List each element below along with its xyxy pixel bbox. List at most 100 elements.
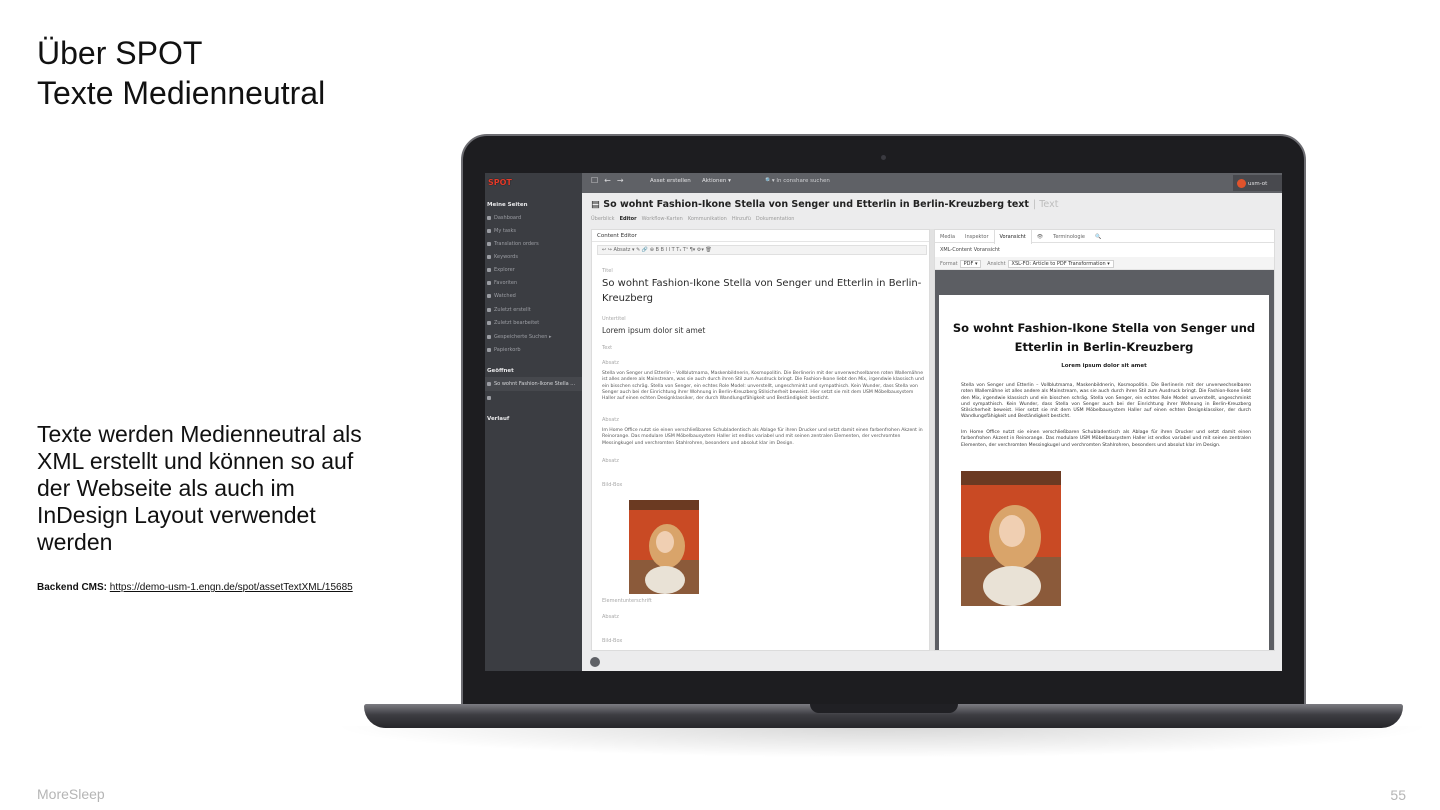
sidebar-item-label: Keywords [494, 254, 518, 260]
user-name: usm-ot [1248, 181, 1268, 187]
field-label-bildbox: Bild-Box [602, 482, 623, 488]
spot-logo[interactable]: SPOT [485, 173, 582, 193]
translate-icon [487, 241, 491, 246]
eye-icon[interactable]: 👁 [1032, 230, 1048, 244]
status-icon[interactable] [590, 657, 600, 667]
slide-subtitle: Texte Medienneutral [37, 75, 326, 111]
document-icon [487, 395, 491, 400]
sidebar-opened-header: Geöffnet [487, 368, 514, 374]
search-icon: 🔍▾ [765, 178, 777, 184]
view-select[interactable]: XSL-FO: Article to PDF Transformation ▾ [1007, 260, 1114, 268]
sidebar: Meine Seiten Dashboard My tasks Translat… [485, 193, 582, 671]
title-field[interactable]: So wohnt Fashion-Ikone Stella von Senger… [602, 276, 924, 306]
footer-brand: MoreSleep [37, 786, 105, 802]
document-type: | Text [1032, 199, 1059, 210]
pdf-subtitle: Lorem ipsum dolor sit amet [1061, 363, 1147, 369]
actions-menu[interactable]: Aktionen ▾ [702, 178, 731, 184]
content-editor[interactable]: Content Editor ↩ ↪ Absatz ▾ ✎ 🔗 ⊕ B B I … [591, 229, 930, 651]
view-label: Ansicht [987, 261, 1006, 267]
sidebar-opened-item[interactable]: So wohnt Fashion-Ikone Stella ... [487, 381, 575, 387]
tab-terminology[interactable]: Terminologie [1048, 230, 1090, 244]
home-icon [487, 215, 491, 220]
laptop-shadow [330, 726, 1435, 758]
document-subtabs: Überblick Editor Workflow-Karten Kommunikat… [591, 216, 799, 222]
editor-header: Content Editor [592, 230, 929, 242]
sidebar-item-saved-searches[interactable]: Gespeicherte Suchen ▸ [487, 334, 551, 340]
sidebar-item-recently-edited[interactable]: Zuletzt bearbeitet [487, 320, 539, 326]
sidebar-item-label: Zuletzt bearbeitet [494, 320, 540, 326]
tab-communication[interactable]: Kommunikation [688, 216, 727, 222]
slide-body-text: Texte werden Medienneutral als XML erste… [37, 421, 362, 555]
backend-cms-label: Backend CMS: [37, 582, 108, 593]
sidebar-item-my-tasks[interactable]: My tasks [487, 228, 516, 234]
avatar [1237, 179, 1246, 188]
field-label-absatz: Absatz [602, 458, 619, 464]
sidebar-item-dashboard[interactable]: Dashboard [487, 215, 521, 221]
sidebar-item-label: Watched [494, 293, 516, 299]
sidebar-item-label: So wohnt Fashion-Ikone Stella ... [494, 381, 576, 387]
sidebar-item-explorer[interactable]: Explorer [487, 267, 515, 273]
pdf-paragraph-1: Stella von Senger und Etterlin – Vollblu… [961, 383, 1251, 420]
preview-options: Format PDF ▾ Ansicht XSL-FO: Article to PD… [935, 257, 1274, 270]
sidebar-item-keywords[interactable]: Keywords [487, 254, 518, 260]
field-label-titel: Titel [602, 268, 613, 274]
sidebar-item-label: Dashboard [494, 215, 522, 221]
create-asset-button[interactable]: Asset erstellen [650, 178, 691, 184]
sidebar-opened-item-2[interactable] [487, 395, 494, 401]
file-icon [487, 307, 491, 312]
tab-media[interactable]: Media [935, 230, 960, 244]
field-label-absatz: Absatz [602, 614, 619, 620]
user-menu[interactable]: usm-ot [1233, 175, 1282, 191]
laptop-screen: SPOT ☐←→ Asset erstellen Aktionen ▾ 🔍▾ I… [485, 173, 1282, 671]
pdf-image [961, 471, 1061, 606]
search-icon[interactable]: 🔍 [1090, 230, 1106, 244]
field-label-caption: Elementunterschrift [602, 598, 652, 604]
sidebar-item-label: Zuletzt erstellt [494, 307, 531, 313]
preview-panel: Media Inspektor Voransicht 👁 Terminologie 🔍 X… [934, 229, 1275, 651]
sidebar-history-header[interactable]: Verlauf [487, 416, 509, 422]
tab-preview[interactable]: Voransicht [993, 230, 1032, 244]
nav-icons[interactable]: ☐←→ [591, 176, 630, 185]
tab-workflow[interactable]: Workflow-Karten [642, 216, 683, 222]
sidebar-item-trash[interactable]: Papierkorb [487, 347, 521, 353]
search-placeholder: In conshare suchen [776, 178, 830, 184]
editor-toolbar[interactable]: ↩ ↪ Absatz ▾ ✎ 🔗 ⊕ B B I I T T₁ T¹ ¶▾ ⚙▾… [597, 245, 927, 255]
field-label-text: Text [602, 345, 613, 351]
tab-add[interactable]: Hinzufü [732, 216, 751, 222]
paragraph-field-1[interactable]: Stella von Senger und Etterlin – Vollblu… [602, 371, 924, 402]
sidebar-item-label: Translation orders [494, 241, 539, 247]
sidebar-item-recently-created[interactable]: Zuletzt erstellt [487, 307, 531, 313]
tab-inspector[interactable]: Inspektor [960, 230, 993, 244]
paragraph-field-2[interactable]: Im Home Office nutzt sie einen verschlie… [602, 428, 924, 447]
top-search-input[interactable]: 🔍▾ In conshare suchen [765, 178, 830, 184]
document-title-text: So wohnt Fashion-Ikone Stella von Senger… [603, 199, 1029, 210]
page-number: 55 [1390, 787, 1406, 803]
sidebar-item-label: Gespeicherte Suchen ▸ [494, 334, 552, 340]
tab-documentation[interactable]: Dokumentation [756, 216, 795, 222]
backend-cms-link[interactable]: https://demo-usm-1.engn.de/spot/assetTex… [110, 582, 353, 593]
tab-editor[interactable]: Editor [620, 216, 637, 222]
sidebar-item-label: Explorer [494, 267, 515, 273]
pdf-paragraph-2: Im Home Office nutzt sie einen verschlie… [961, 430, 1251, 448]
sidebar-item-translation-orders[interactable]: Translation orders [487, 241, 539, 247]
sidebar-item-label: Papierkorb [494, 347, 521, 353]
tab-overview[interactable]: Überblick [591, 216, 615, 222]
article-image[interactable] [629, 500, 699, 594]
document-title: ▤ So wohnt Fashion-Ikone Stella von Seng… [591, 199, 1058, 210]
tasks-icon [487, 228, 491, 233]
document-icon [487, 381, 491, 386]
subtitle-field[interactable]: Lorem ipsum dolor sit amet [602, 326, 924, 335]
sidebar-item-label: My tasks [494, 228, 516, 234]
sidebar-item-watched[interactable]: Watched [487, 293, 516, 299]
tag-icon [487, 254, 491, 259]
pdf-page: So wohnt Fashion-Ikone Stella von Senger… [939, 295, 1269, 650]
trash-icon [487, 347, 491, 352]
pdf-title: So wohnt Fashion-Ikone Stella von Senger… [952, 321, 1256, 354]
slide-title: Über SPOT [37, 35, 203, 71]
format-select[interactable]: PDF ▾ [959, 260, 982, 268]
camera-icon [881, 155, 886, 160]
sidebar-item-favoriten[interactable]: Favoriten [487, 280, 517, 286]
compass-icon [487, 267, 491, 272]
sidebar-my-pages-header: Meine Seiten [487, 202, 528, 208]
main-area: ▤ So wohnt Fashion-Ikone Stella von Seng… [582, 193, 1282, 671]
